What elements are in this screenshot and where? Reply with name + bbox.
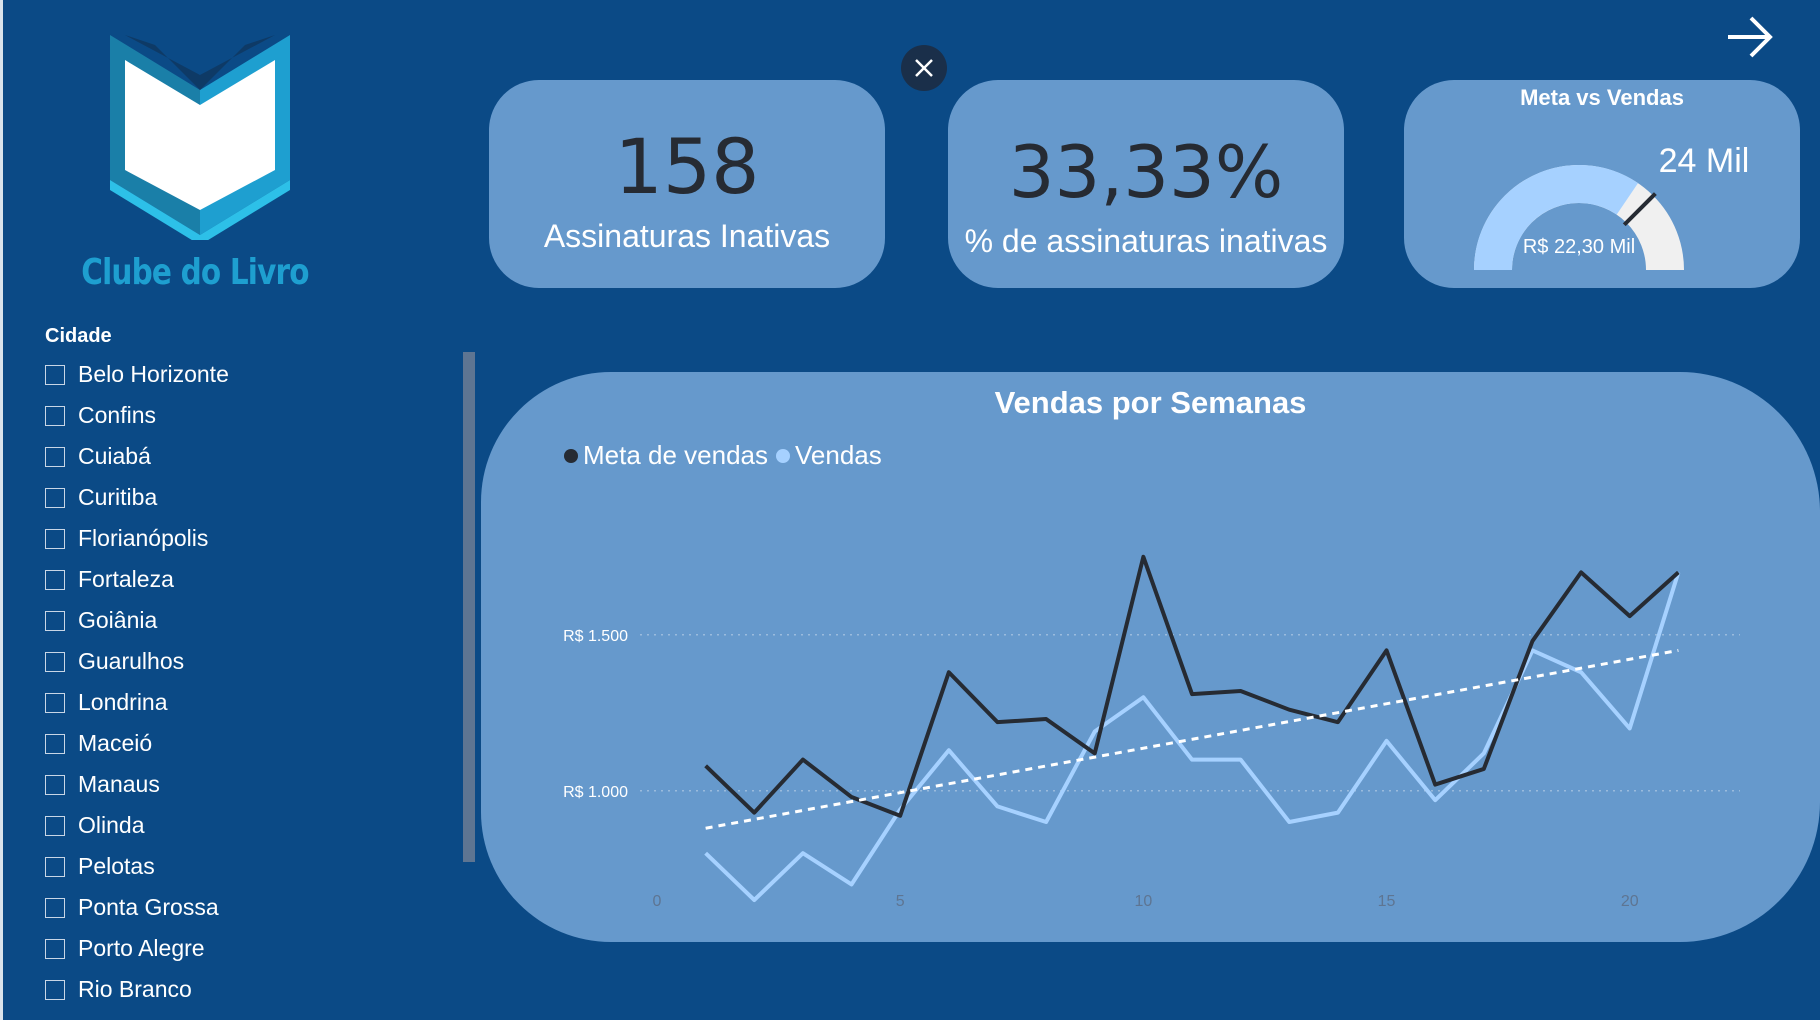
x-tick-label: 15 xyxy=(1378,893,1396,910)
x-tick-label: 0 xyxy=(653,893,662,910)
y-tick-label: R$ 1.000 xyxy=(563,784,628,801)
x-tick-label: 10 xyxy=(1134,893,1152,910)
series-line-vendas xyxy=(704,571,1681,902)
line-chart: R$ 1.000 R$ 1.500 0 5 10 15 20 xyxy=(563,554,1740,910)
series-line-meta xyxy=(704,554,1680,818)
trendline xyxy=(705,648,1679,830)
y-tick-label: R$ 1.500 xyxy=(563,628,628,645)
x-tick-label: 20 xyxy=(1621,893,1639,910)
x-tick-label: 5 xyxy=(896,893,905,910)
